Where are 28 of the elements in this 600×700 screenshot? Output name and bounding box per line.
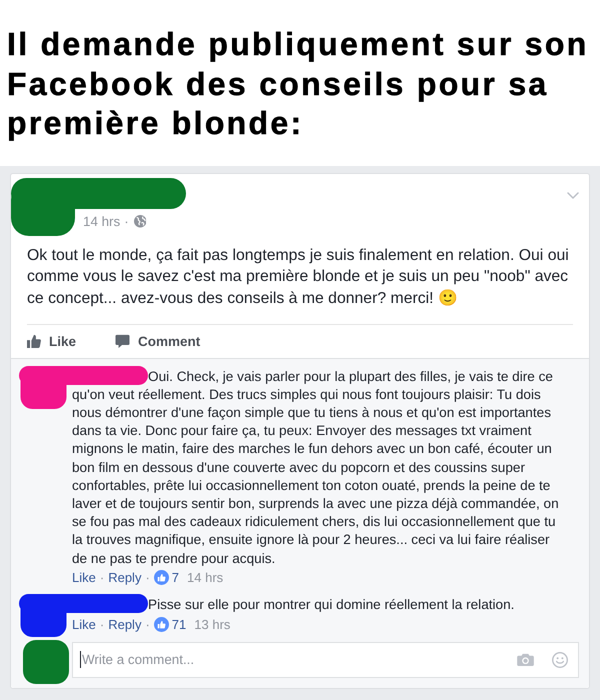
reaction-count[interactable]: 71 [172,616,186,634]
speech-bubble-icon [115,334,130,348]
comment-input-field[interactable]: Write a comment... [72,642,579,678]
separator-dot: · [100,569,104,586]
redaction-scribble [23,640,69,684]
thumbs-up-badge-icon[interactable] [154,617,169,632]
comment-text: Oui. Check, je vais parler pour la plupart des filles, je vais te dire ce qu'on veut réellement. Des trucs simples qui nous font toujours plaisir: Tu dois nous démontrer d'une façon simple que tu tiens à nous et qu'on est importantes dans ta vie. Donc pour faire ça, tu peux: Envoyer des messages txt vraiment mignons le matin, faire des marches le fun dehors avec un bon café, écouter un bon film en dessous d'une couverte avec du popcorn et des coussins super confortables, prête lui occasionnellement ton coton ouaté, prends la peine de te laver et de toujours sentir bon, surprends la avec une pizza déjà commandée, on se fou pas mal des cadeaux ridiculement chers, dis lui occasionnellement que tu la trouves magnifique, ensuite ignore là pour 2 heures... ceci va lui faire réaliser de ne pas te prendre pour acquis. [72,368,560,568]
post-text: Ok tout le monde, ça fait pas longtemps je suis finalement en relation. Oui oui comme vous le savez c'est ma première blonde et je suis un peu "noob" avec ce concept... avez-vous des conseils à me donner? merci! 🙂 [27,246,570,309]
smiley-icon[interactable] [552,652,568,668]
reaction-count[interactable]: 7 [172,569,180,586]
thumbs-up-badge-icon[interactable] [154,570,169,586]
separator-dot: · [145,569,150,586]
like-link[interactable]: Like [72,616,96,634]
reply-link[interactable]: Reply [108,569,142,586]
globe-icon[interactable] [134,215,146,228]
like-link[interactable]: Like [72,569,96,586]
separator-dot: · [124,214,129,230]
separator-dot: · [145,616,150,634]
headline: Il demande publiquement sur son Facebook des conseils pour sa première blonde: [7,25,590,143]
separator-dot: · [100,616,104,634]
text-caret-icon [80,651,81,668]
camera-icon[interactable] [517,653,534,666]
like-button[interactable]: Like [27,334,76,349]
thumbs-up-icon [27,334,41,348]
chevron-down-icon[interactable] [567,192,579,198]
comment-text: Pisse sur elle pour montrer qui domine réellement la relation. [147,596,516,614]
reply-link[interactable]: Reply [108,616,142,634]
comment-button[interactable]: Comment [115,334,200,349]
